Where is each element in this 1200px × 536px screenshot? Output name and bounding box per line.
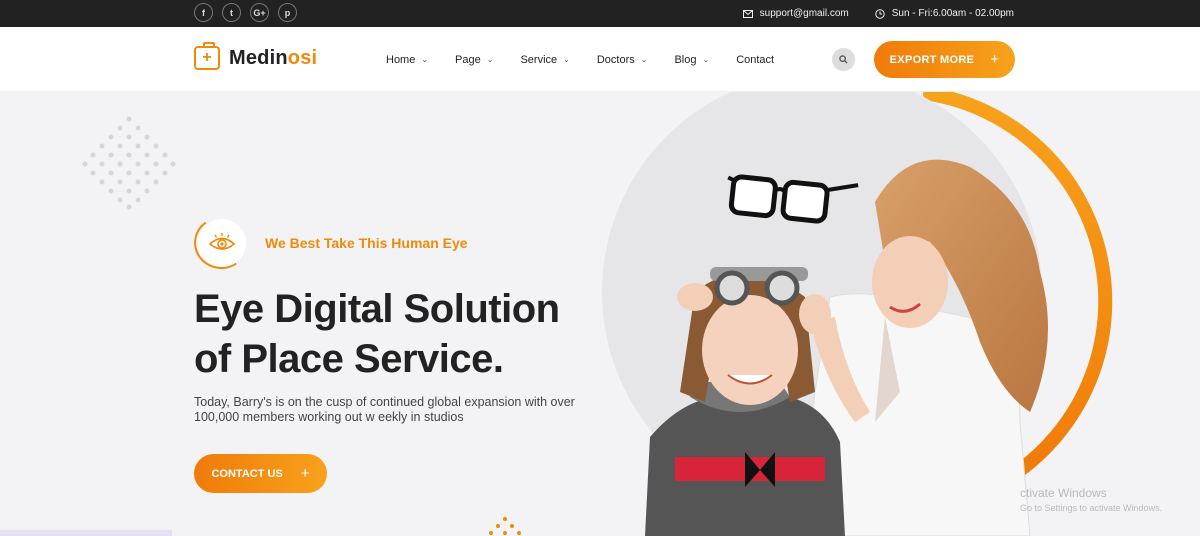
watermark-line-1: ctivate Windows xyxy=(1020,486,1107,500)
social-links: f t G+ p xyxy=(194,3,297,22)
email-info[interactable]: support@gmail.com xyxy=(742,8,849,19)
nav-item-page[interactable]: Page ⌄ xyxy=(455,54,493,66)
export-more-button[interactable]: EXPORT MORE + xyxy=(874,41,1015,78)
google-plus-icon[interactable]: G+ xyxy=(250,3,269,22)
nav-label: Service xyxy=(520,53,558,66)
clock-icon xyxy=(875,8,885,19)
nav-item-home[interactable]: Home ⌄ xyxy=(386,54,428,66)
chevron-down-icon: ⌄ xyxy=(702,55,710,64)
watermark-line-2: Go to Settings to activate Windows. xyxy=(1020,503,1163,513)
hero-title-line-2: of Place Service. xyxy=(194,337,504,381)
nav-label: Contact xyxy=(736,53,775,66)
hero-tagline: We Best Take This Human Eye xyxy=(189,212,468,274)
chevron-down-icon: ⌄ xyxy=(563,55,570,64)
nav-item-contact[interactable]: Contact xyxy=(736,54,774,66)
search-button[interactable] xyxy=(832,48,855,71)
hero-image xyxy=(602,92,1113,536)
logo-main-text: Medin xyxy=(229,46,288,69)
nav-label: Doctors xyxy=(596,53,635,66)
top-bar: f t G+ p support@gmail.com Sun - Fri:6.0… xyxy=(0,0,1200,27)
chevron-down-icon: ⌄ xyxy=(640,55,648,64)
envelope-icon xyxy=(742,9,753,18)
decorative-dots xyxy=(82,116,176,210)
hero-title-line-1: Eye Digital Solution xyxy=(194,287,560,331)
export-more-label: EXPORT MORE xyxy=(889,53,975,66)
contact-us-button[interactable]: CONTACT US + xyxy=(194,454,327,493)
nav-label: Home xyxy=(386,53,416,66)
hours-text: Sun - Fri:6.00am - 02.00pm xyxy=(891,8,1014,19)
email-text: support@gmail.com xyxy=(759,8,849,19)
main-header: + Medinosi Home ⌄ Page ⌄ Service ⌄ Doctors ⌄… xyxy=(0,27,1200,92)
site-logo[interactable]: + Medinosi xyxy=(194,42,317,70)
contact-us-label: CONTACT US xyxy=(211,467,283,480)
facebook-icon[interactable]: f xyxy=(194,3,213,22)
main-nav: Home ⌄ Page ⌄ Service ⌄ Doctors ⌄ Blog ⌄ Cont… xyxy=(386,27,774,92)
logo-accent-text: osi xyxy=(287,46,318,69)
eye-badge xyxy=(189,212,253,274)
hours-info: Sun - Fri:6.00am - 02.00pm xyxy=(875,8,1014,19)
search-icon xyxy=(839,55,848,64)
twitter-icon[interactable]: t xyxy=(222,3,241,22)
eye-icon xyxy=(208,233,236,250)
logo-text: Medinosi xyxy=(229,47,317,70)
bottom-strip xyxy=(0,530,172,536)
nav-item-doctors[interactable]: Doctors ⌄ xyxy=(597,54,648,66)
nav-label: Blog xyxy=(674,53,697,66)
nav-label: Page xyxy=(455,53,481,66)
hero-description: Today, Barry's is on the cusp of continu… xyxy=(194,395,575,424)
chevron-down-icon: ⌄ xyxy=(421,55,429,64)
hero-title: Eye Digital Solution of Place Service. xyxy=(194,284,614,384)
medical-bag-icon: + xyxy=(194,42,220,70)
plus-icon: + xyxy=(990,51,1000,68)
pinterest-icon[interactable]: p xyxy=(278,3,297,22)
plus-icon: + xyxy=(300,465,310,482)
activate-windows-watermark: ctivate Windows Go to Settings to activa… xyxy=(1020,486,1162,513)
badge-inner xyxy=(198,219,246,267)
nav-item-service[interactable]: Service ⌄ xyxy=(520,54,569,66)
chevron-down-icon: ⌄ xyxy=(486,55,494,64)
top-contact-info: support@gmail.com Sun - Fri:6.00am - 02.… xyxy=(742,0,1014,27)
decorative-dots-bottom xyxy=(489,517,521,535)
nav-item-blog[interactable]: Blog ⌄ xyxy=(674,54,709,66)
tagline-text: We Best Take This Human Eye xyxy=(265,235,468,251)
girl-face xyxy=(702,295,798,405)
doctor-face xyxy=(872,236,948,328)
